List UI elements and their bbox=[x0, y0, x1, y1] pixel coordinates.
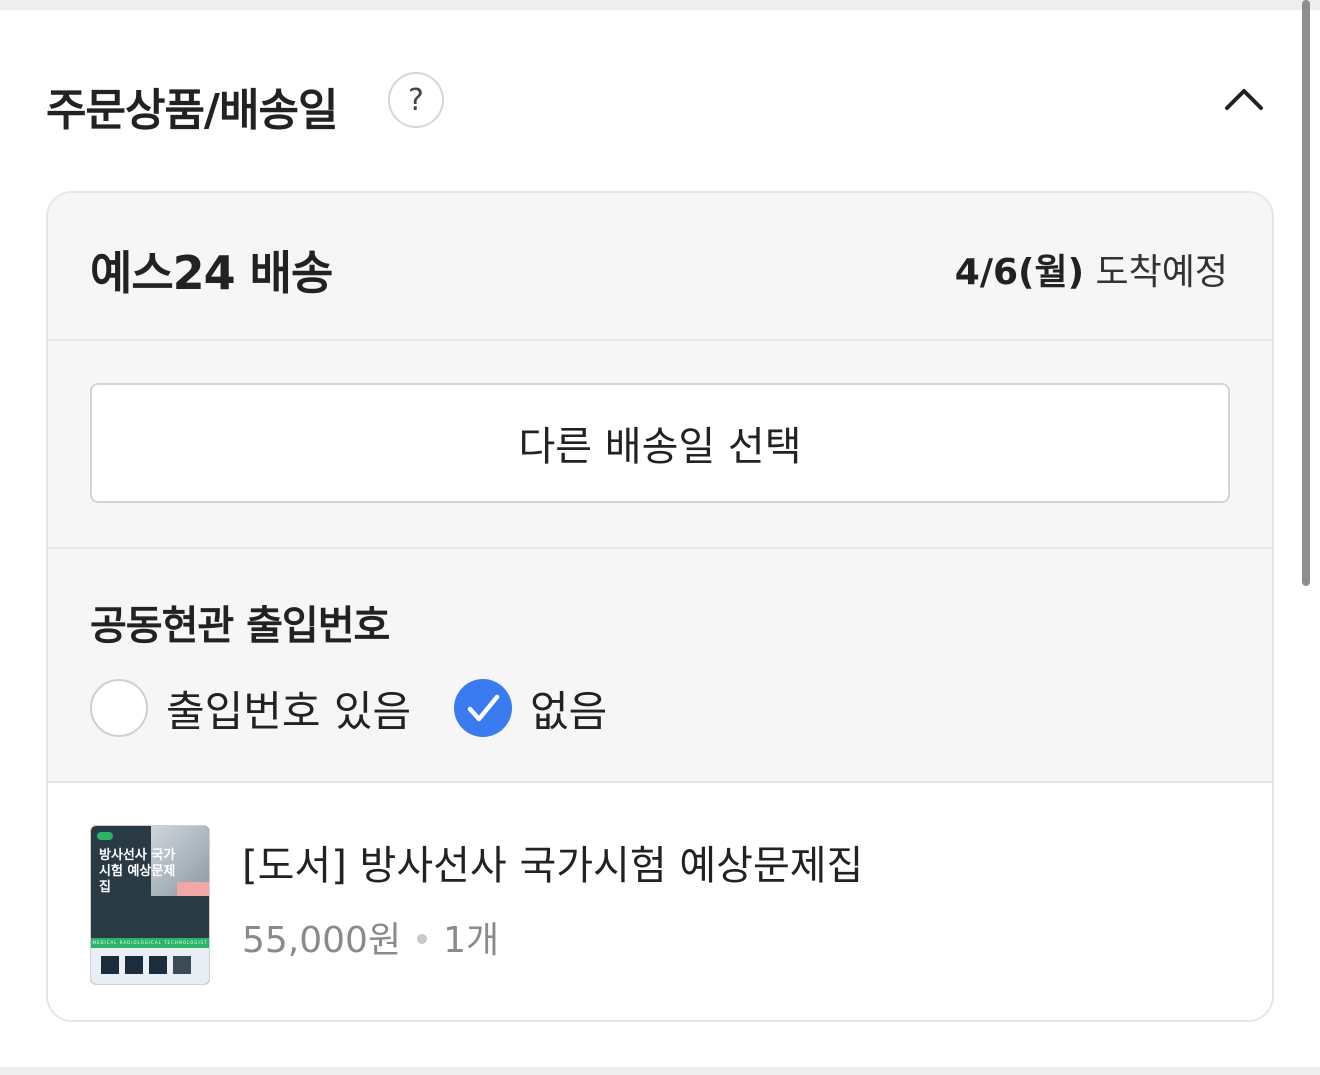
radio-unchecked-icon bbox=[90, 679, 148, 737]
arrival-estimate: 4/6(월) 도착예정 bbox=[955, 243, 1228, 295]
shipper-name: 예스24 배송 bbox=[90, 246, 333, 300]
xray-image bbox=[173, 956, 191, 974]
divider bbox=[48, 339, 1272, 341]
xray-image bbox=[101, 956, 119, 974]
entry-code-radio-group: 출입번호 있음 없음 bbox=[90, 677, 690, 739]
order-items-header: 주문상품/배송일 ? bbox=[46, 68, 1276, 136]
xray-image bbox=[149, 956, 167, 974]
question-mark-icon: ? bbox=[408, 82, 424, 118]
cover-band: MEDICAL RADIOLOGICAL TECHNOLOGIST bbox=[91, 938, 209, 948]
arrival-date: 4/6(월) bbox=[954, 252, 1085, 293]
collapse-button[interactable] bbox=[1222, 80, 1266, 116]
divider bbox=[48, 547, 1272, 549]
item-title[interactable]: [도서] 방사선사 국가시험 예상문제집 bbox=[242, 833, 863, 891]
delivery-card: 예스24 배송 4/6(월) 도착예정 다른 배송일 선택 공동현관 출입번호 … bbox=[46, 191, 1274, 1022]
chevron-up-icon bbox=[1225, 89, 1263, 110]
radio-label: 없음 bbox=[530, 686, 608, 736]
radio-has-entry-code[interactable]: 출입번호 있음 bbox=[90, 677, 411, 739]
radio-label: 출입번호 있음 bbox=[166, 686, 412, 736]
item-meta: 55,000원 1개 bbox=[242, 911, 499, 963]
select-other-date-button[interactable]: 다른 배송일 선택 bbox=[90, 383, 1230, 503]
cover-label bbox=[97, 832, 113, 840]
top-divider bbox=[0, 0, 1320, 10]
separator-dot bbox=[417, 934, 428, 944]
arrival-suffix: 도착예정 bbox=[1084, 252, 1229, 293]
xray-image bbox=[125, 956, 143, 974]
cover-band-text: MEDICAL RADIOLOGICAL TECHNOLOGIST bbox=[92, 940, 208, 945]
scrollbar[interactable] bbox=[1302, 0, 1310, 586]
item-price: 55,000원 bbox=[242, 920, 402, 961]
check-icon bbox=[454, 679, 512, 737]
item-quantity: 1개 bbox=[443, 920, 500, 961]
bottom-divider bbox=[0, 1067, 1320, 1075]
cover-badge bbox=[177, 882, 209, 896]
section-title: 주문상품/배송일 bbox=[46, 85, 338, 136]
entry-code-title: 공동현관 출입번호 bbox=[90, 603, 390, 649]
cover-title: 방사선사 국가시험 예상문제집 bbox=[99, 848, 176, 895]
help-button[interactable]: ? bbox=[388, 72, 444, 128]
radio-no-entry-code[interactable]: 없음 bbox=[454, 677, 607, 739]
cover-xray-strip bbox=[91, 948, 209, 984]
book-cover-image[interactable]: 방사선사 국가시험 예상문제집 MEDICAL RADIOLOGICAL TEC… bbox=[90, 825, 210, 985]
divider bbox=[48, 781, 1272, 783]
